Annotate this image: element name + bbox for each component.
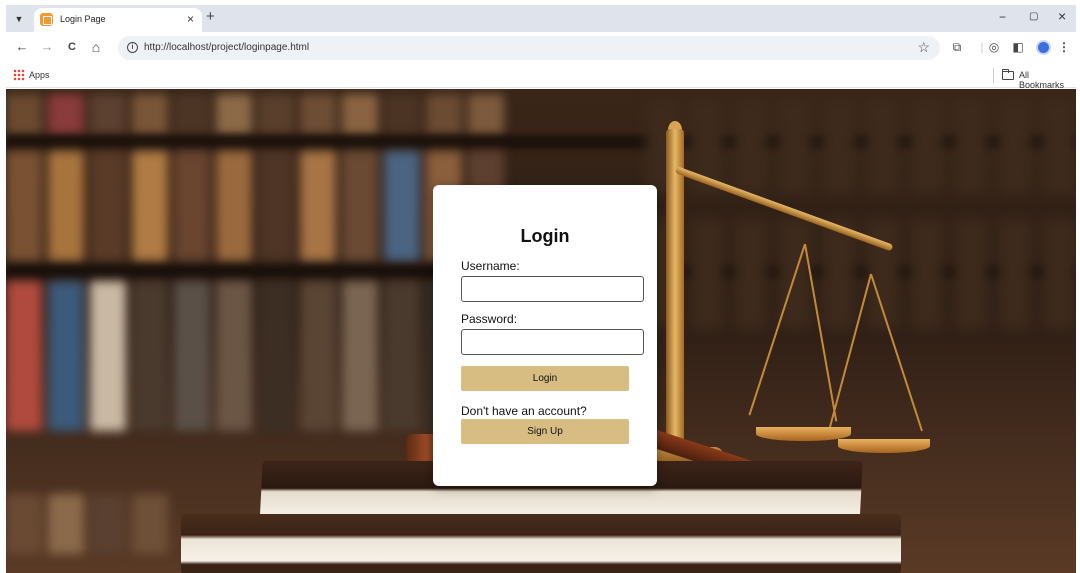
menu-icon[interactable]: ⋮ [1056, 39, 1072, 55]
bookmarks-bar: Apps All Bookmarks [6, 63, 1076, 90]
login-title: Login [520, 226, 570, 246]
profile-avatar[interactable] [1036, 40, 1051, 55]
minimize-button[interactable]: − [999, 10, 1006, 24]
bookmark-star-icon[interactable]: ☆ [917, 39, 930, 56]
all-bookmarks-link[interactable]: All Bookmarks [1019, 70, 1076, 90]
username-label: Username: [461, 259, 520, 273]
scale-pan-right [838, 439, 930, 453]
tab-strip: ▼ Login Page × + − ▢ × [6, 5, 1076, 32]
signup-prompt: Don't have an account? [461, 404, 587, 418]
scale-pan-left [756, 427, 851, 441]
forward-button[interactable]: → [39, 39, 55, 55]
extensions-icon[interactable]: ⧉ [949, 39, 965, 55]
login-card: Login Username: Password: Login Don't ha… [433, 185, 657, 486]
tab-login-page[interactable]: Login Page × [34, 8, 202, 32]
password-input[interactable] [461, 329, 644, 355]
restore-button[interactable]: ▢ [1029, 11, 1038, 22]
login-button[interactable]: Login [461, 366, 629, 391]
side-panel-icon[interactable]: ◧ [1010, 39, 1026, 55]
blurred-books-top [6, 94, 566, 134]
favicon-icon [40, 13, 53, 26]
page-background: Login Username: Password: Login Don't ha… [6, 89, 1076, 573]
new-tab-button[interactable]: + [206, 9, 215, 25]
browser-window: ▼ Login Page × + − ▢ × ← → C ⌂ i http://… [6, 5, 1076, 573]
signup-button[interactable]: Sign Up [461, 419, 629, 444]
apps-grid-icon[interactable] [13, 69, 25, 81]
browser-toolbar: ← → C ⌂ i http://localhost/project/login… [6, 32, 1076, 63]
tab-close-icon[interactable]: × [187, 12, 194, 26]
home-button[interactable]: ⌂ [88, 39, 104, 55]
username-input[interactable] [461, 276, 644, 302]
tab-title: Login Page [60, 14, 106, 24]
close-window-button[interactable]: × [1058, 8, 1066, 24]
lens-icon[interactable]: ◎ [986, 39, 1002, 55]
folder-icon[interactable] [1002, 69, 1014, 80]
site-info-icon[interactable]: i [127, 42, 138, 53]
url-text[interactable]: http://localhost/project/loginpage.html [144, 42, 309, 53]
back-button[interactable]: ← [14, 39, 30, 55]
reload-button[interactable]: C [64, 39, 80, 55]
scale-column [666, 129, 684, 474]
tab-search-icon[interactable]: ▼ [10, 10, 28, 28]
bookmarks-separator [993, 68, 994, 83]
apps-bookmark[interactable]: Apps [29, 70, 50, 80]
book-bottom [181, 514, 901, 573]
password-label: Password: [461, 312, 518, 326]
address-bar[interactable]: i http://localhost/project/loginpage.htm… [118, 36, 940, 60]
